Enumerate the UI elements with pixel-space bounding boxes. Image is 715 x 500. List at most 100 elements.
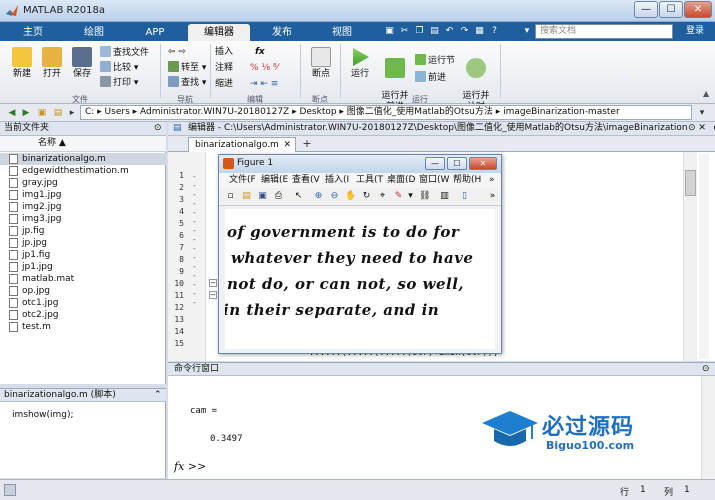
editor-scrollbar[interactable] xyxy=(683,152,697,361)
code-fold-icon[interactable]: − xyxy=(209,279,217,287)
tab-view[interactable]: 视图 xyxy=(314,24,370,41)
figure-close-button[interactable]: ✕ xyxy=(469,157,497,170)
editor-panel-controls[interactable]: ⊙ ✕ xyxy=(688,123,714,135)
file-item[interactable]: op.jpg xyxy=(0,285,166,297)
menu-help[interactable]: 帮助(H xyxy=(453,173,481,188)
details-collapse-icon[interactable]: ⌃ xyxy=(154,389,162,402)
comment-percent-icon[interactable]: % ⅛ ⁸⁄ xyxy=(250,62,278,74)
minimize-button[interactable]: — xyxy=(634,1,658,18)
menu-desktop[interactable]: 桌面(D xyxy=(387,173,415,188)
cut-quick-icon[interactable]: ✂ xyxy=(398,25,411,38)
indent-button[interactable]: 缩进 xyxy=(215,78,233,90)
brush-dropdown-icon[interactable]: ▾ xyxy=(405,191,416,202)
switch-window-icon[interactable]: ▦ xyxy=(473,25,486,38)
save-button[interactable]: 保存 xyxy=(68,47,96,80)
code-fold-icon[interactable]: − xyxy=(209,291,217,299)
indent-icons[interactable]: ⇥ ⇤ ≡ xyxy=(250,78,278,90)
goto-button[interactable]: 转至 ▾ xyxy=(168,61,206,74)
redo-quick-icon[interactable]: ↷ xyxy=(458,25,471,38)
new-figure-icon[interactable]: ▫ xyxy=(225,191,236,202)
tab-publish[interactable]: 发布 xyxy=(254,24,310,41)
figure-maximize-button[interactable]: ☐ xyxy=(447,157,467,170)
file-item[interactable]: img3.jpg xyxy=(0,213,166,225)
login-button[interactable]: 登录 xyxy=(678,24,712,39)
collapse-ribbon-icon[interactable]: ▲ xyxy=(703,89,709,98)
file-item[interactable]: test.m xyxy=(0,321,166,333)
print-figure-icon[interactable]: ⎙ xyxy=(273,191,284,202)
rotate-icon[interactable]: ↻ xyxy=(361,191,372,202)
file-item[interactable]: matlab.mat xyxy=(0,273,166,285)
tab-plots[interactable]: 绘图 xyxy=(66,24,122,41)
save-quick-icon[interactable]: ▣ xyxy=(383,25,396,38)
file-item[interactable]: edgewidthestimation.m xyxy=(0,165,166,177)
figure-window[interactable]: Figure 1 — ☐ ✕ 文件(F 编辑(E 查看(V 插入(I 工具(T … xyxy=(218,154,502,354)
command-scrollbar[interactable] xyxy=(701,376,715,479)
open-button[interactable]: 打开 xyxy=(38,47,66,80)
menu-edit[interactable]: 编辑(E xyxy=(261,173,288,188)
toolbar-overflow-icon[interactable]: » xyxy=(487,191,498,202)
menu-file[interactable]: 文件(F xyxy=(229,173,256,188)
zoom-in-icon[interactable]: ⊕ xyxy=(313,191,324,202)
scrollbar-thumb[interactable] xyxy=(685,170,696,196)
new-tab-button[interactable]: + xyxy=(300,138,314,151)
legend-icon[interactable]: ▯ xyxy=(459,191,470,202)
figure-minimize-button[interactable]: — xyxy=(425,157,445,170)
file-item[interactable]: jp1.jpg xyxy=(0,261,166,273)
paste-quick-icon[interactable]: ▤ xyxy=(428,25,441,38)
colorbar-icon[interactable]: ▥ xyxy=(439,191,450,202)
search-input[interactable]: 搜索文档 xyxy=(535,24,673,39)
print-button[interactable]: 打印 ▾ xyxy=(100,76,138,89)
file-item[interactable]: otc1.jpg xyxy=(0,297,166,309)
file-item[interactable]: binarizationalgo.m xyxy=(0,153,166,165)
menu-overflow-icon[interactable]: » xyxy=(489,173,495,188)
forward-icon[interactable]: ▶ xyxy=(20,107,32,119)
column-header-name[interactable]: 名称 ▲ xyxy=(0,136,166,152)
file-item[interactable]: img1.jpg xyxy=(0,189,166,201)
breakpoints-button[interactable]: 断点 xyxy=(306,47,336,80)
undo-quick-icon[interactable]: ↶ xyxy=(443,25,456,38)
comment-button[interactable]: 注释 xyxy=(215,62,233,74)
file-item[interactable]: jp1.fig xyxy=(0,249,166,261)
file-item[interactable]: otc2.jpg xyxy=(0,309,166,321)
tab-apps[interactable]: APP xyxy=(126,24,184,41)
insert-button[interactable]: 插入 xyxy=(215,46,233,58)
zoom-out-icon[interactable]: ⊖ xyxy=(329,191,340,202)
tab-home[interactable]: 主页 xyxy=(6,24,60,41)
command-prompt[interactable]: fx >> xyxy=(174,460,206,473)
open-file-icon[interactable]: ▤ xyxy=(241,191,252,202)
run-section-button[interactable]: 运行节 xyxy=(415,54,455,67)
file-item[interactable]: jp.jpg xyxy=(0,237,166,249)
save-figure-icon[interactable]: ▣ xyxy=(257,191,268,202)
file-item[interactable]: img2.jpg xyxy=(0,201,166,213)
editor-tab-binarizationalgo[interactable]: binarizationalgo.m ✕ xyxy=(188,137,296,152)
panel-menu-icon[interactable]: ⊙ xyxy=(154,122,162,135)
help-quick-icon[interactable]: ? xyxy=(488,25,501,38)
new-button[interactable]: 新建 xyxy=(8,47,36,80)
pan-icon[interactable]: ✋ xyxy=(345,191,356,202)
tab-close-icon[interactable]: ✕ xyxy=(283,138,291,152)
advance-button[interactable]: 前进 xyxy=(415,71,446,84)
run-button[interactable]: 运行 xyxy=(346,47,374,80)
close-button[interactable]: ✕ xyxy=(684,1,712,18)
copy-quick-icon[interactable]: ❐ xyxy=(413,25,426,38)
up-folder-icon[interactable]: ▣ xyxy=(36,107,48,119)
menu-view[interactable]: 查看(V xyxy=(292,173,320,188)
menu-insert[interactable]: 插入(I xyxy=(325,173,349,188)
file-item[interactable]: gray.jpg xyxy=(0,177,166,189)
fx-button[interactable]: fx xyxy=(255,46,265,58)
find-button[interactable]: 查找 ▾ xyxy=(168,76,206,89)
brush-icon[interactable]: ✎ xyxy=(393,191,404,202)
current-path[interactable]: C: ▸ Users ▸ Administrator.WIN7U-2018012… xyxy=(80,105,692,120)
panel-menu-icon[interactable]: ⊙ xyxy=(702,363,710,376)
data-cursor-icon[interactable]: ⌖ xyxy=(377,191,388,202)
path-dropdown-icon[interactable]: ▾ xyxy=(696,107,708,119)
find-files-button[interactable]: 查找文件 xyxy=(100,46,149,59)
file-item[interactable]: jp.fig xyxy=(0,225,166,237)
menu-tools[interactable]: 工具(T xyxy=(356,173,383,188)
maximize-button[interactable]: ☐ xyxy=(659,1,683,18)
browse-folder-icon[interactable]: ▤ xyxy=(52,107,64,119)
search-options-icon[interactable]: ▾ xyxy=(520,24,534,39)
menu-window[interactable]: 窗口(W xyxy=(419,173,449,188)
back-icon[interactable]: ◀ xyxy=(6,107,18,119)
edit-plot-icon[interactable]: ↖ xyxy=(293,191,304,202)
